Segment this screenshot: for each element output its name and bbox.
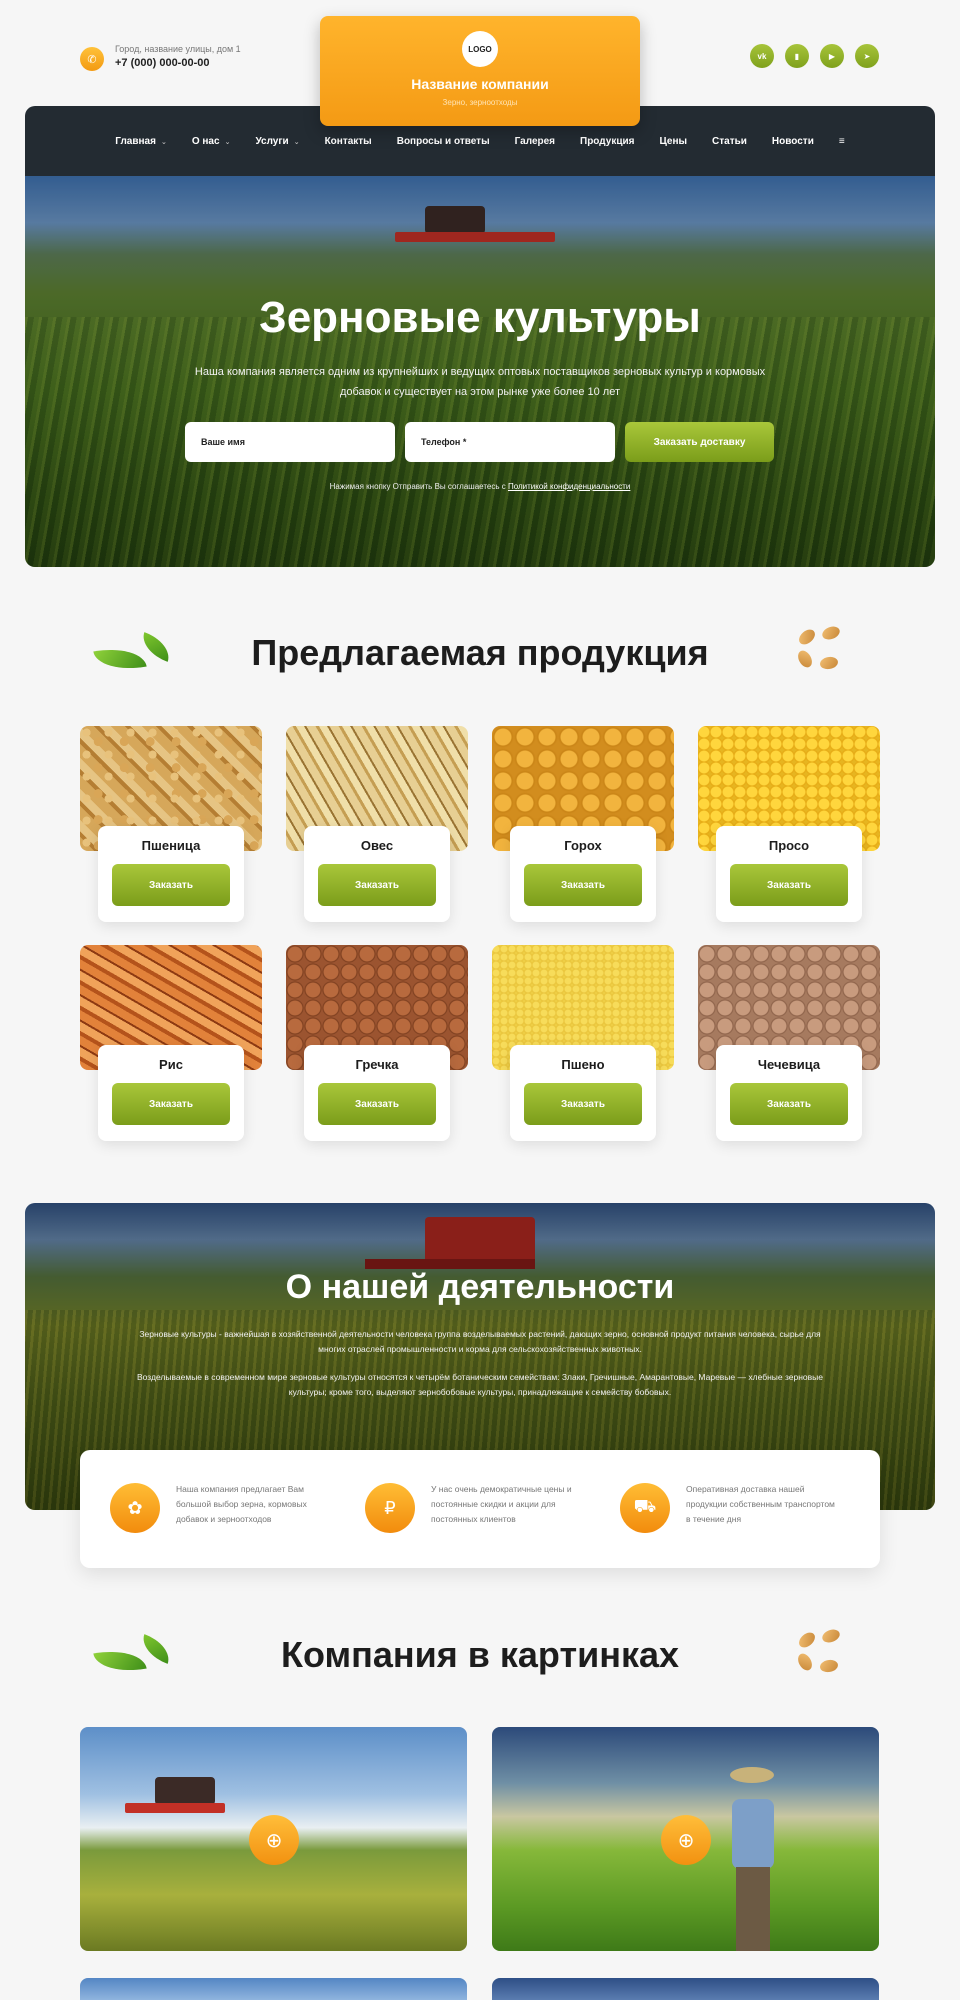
header-phone[interactable]: +7 (000) 000-00-00 (115, 57, 209, 69)
zoom-in-icon[interactable]: ⊕ (249, 1815, 299, 1865)
social-links: vk ▮ ▶ ➤ (750, 44, 879, 68)
privacy-policy-link[interactable]: Политикой конфиденциальности (508, 482, 630, 491)
hero-title: Зерновые культуры (259, 293, 701, 342)
nav-item-gallery[interactable]: Галерея (515, 136, 555, 147)
order-button[interactable]: Заказать (524, 1083, 642, 1125)
product-name: Рис (159, 1057, 183, 1072)
zoom-in-icon[interactable]: ⊕ (661, 1815, 711, 1865)
feature-item: ₽ У нас очень демократичные цены и посто… (365, 1480, 605, 1540)
product-name: Овес (360, 838, 394, 853)
gallery-image-harvester[interactable]: ⊕ (80, 1727, 467, 1951)
chevron-down-icon: ⌄ (224, 138, 231, 146)
seeds-icon (792, 1627, 852, 1678)
seeds-icon (792, 624, 852, 675)
order-button[interactable]: Заказать (112, 864, 230, 906)
order-button[interactable]: Заказать (112, 1083, 230, 1125)
chevron-down-icon: ⌄ (293, 138, 300, 146)
features-panel: ✿ Наша компания предлагает Вам большой в… (80, 1450, 880, 1568)
vk-icon[interactable]: vk (750, 44, 774, 68)
product-name: Горох (564, 838, 602, 853)
delivery-truck-icon: ⛟ (620, 1483, 670, 1533)
phone-input[interactable] (405, 422, 615, 462)
grain-bag-icon: ✿ (110, 1483, 160, 1533)
product-card-rice: Рис Заказать (80, 945, 262, 1145)
product-name: Гречка (355, 1057, 399, 1072)
order-button[interactable]: Заказать (730, 1083, 848, 1125)
product-card-peas: Горох Заказать (492, 726, 674, 926)
name-input[interactable] (185, 422, 395, 462)
nav-item-news[interactable]: Новости (772, 136, 814, 147)
feature-text: Оперативная доставка нашей продукции соб… (686, 1484, 835, 1524)
hero-description: Наша компания является одним из крупнейш… (194, 366, 766, 398)
order-button[interactable]: Заказать (730, 864, 848, 906)
about-title: О нашей деятельности (285, 1268, 675, 1306)
product-card-wheat: Пшеница Заказать (80, 726, 262, 926)
feature-text: У нас очень демократичные цены и постоян… (431, 1484, 572, 1524)
gallery-image[interactable] (80, 1978, 467, 2000)
menu-icon[interactable]: ≡ (839, 136, 845, 147)
about-paragraph: Возделываемые в современном мире зерновы… (136, 1372, 823, 1397)
privacy-notice: Нажимая кнопку Отправить Вы соглашаетесь… (329, 482, 631, 491)
product-card-psheno: Пшено Заказать (492, 945, 674, 1145)
hero-banner: Зерновые культуры Наша компания является… (25, 176, 935, 567)
order-button[interactable]: Заказать (318, 864, 436, 906)
feature-text: Наша компания предлагает Вам большой выб… (176, 1484, 307, 1524)
telegram-icon[interactable]: ➤ (855, 44, 879, 68)
feature-item: ⛟ Оперативная доставка нашей продукции с… (620, 1480, 860, 1540)
nav-item-home[interactable]: Главная ⌄ (115, 136, 167, 147)
nav-item-faq[interactable]: Вопросы и ответы (397, 136, 490, 147)
feature-item: ✿ Наша компания предлагает Вам большой в… (110, 1480, 350, 1540)
youtube-icon[interactable]: ▶ (820, 44, 844, 68)
nav-item-about[interactable]: О нас ⌄ (192, 136, 231, 147)
nav-item-services[interactable]: Услуги ⌄ (255, 136, 299, 147)
gallery-image[interactable] (492, 1978, 879, 2000)
product-name: Просо (768, 838, 810, 853)
logo: LOGO (462, 31, 498, 67)
farmer-figure (722, 1767, 782, 1951)
product-card-millet: Просо Заказать (698, 726, 880, 926)
max-icon[interactable]: ▮ (785, 44, 809, 68)
company-logo-block[interactable]: LOGO Название компании Зерно, зерноотход… (320, 16, 640, 126)
product-name: Пшеница (141, 838, 201, 853)
nav-item-contacts[interactable]: Контакты (325, 136, 372, 147)
phone-icon: ✆ (80, 47, 104, 71)
order-delivery-button[interactable]: Заказать доставку (625, 422, 774, 462)
nav-item-products[interactable]: Продукция (580, 136, 634, 147)
product-name: Пшено (561, 1057, 605, 1072)
product-card-lentil: Чечевица Заказать (698, 945, 880, 1145)
chevron-down-icon: ⌄ (160, 138, 167, 146)
company-tagline: Зерно, зерноотходы (442, 98, 518, 107)
product-card-buckwheat: Гречка Заказать (286, 945, 468, 1145)
order-button[interactable]: Заказать (524, 864, 642, 906)
header-address: Город, название улицы, дом 1 (115, 44, 241, 54)
about-paragraph: Зерновые культуры - важнейшая в хозяйств… (139, 1329, 821, 1354)
gallery-image-farmer[interactable]: ⊕ (492, 1727, 879, 1951)
product-card-oats: Овес Заказать (286, 726, 468, 926)
company-name: Название компании (411, 76, 549, 92)
nav-item-articles[interactable]: Статьи (712, 136, 747, 147)
product-name: Чечевица (757, 1057, 821, 1072)
coins-icon: ₽ (365, 1483, 415, 1533)
nav-item-prices[interactable]: Цены (659, 136, 687, 147)
order-button[interactable]: Заказать (318, 1083, 436, 1125)
